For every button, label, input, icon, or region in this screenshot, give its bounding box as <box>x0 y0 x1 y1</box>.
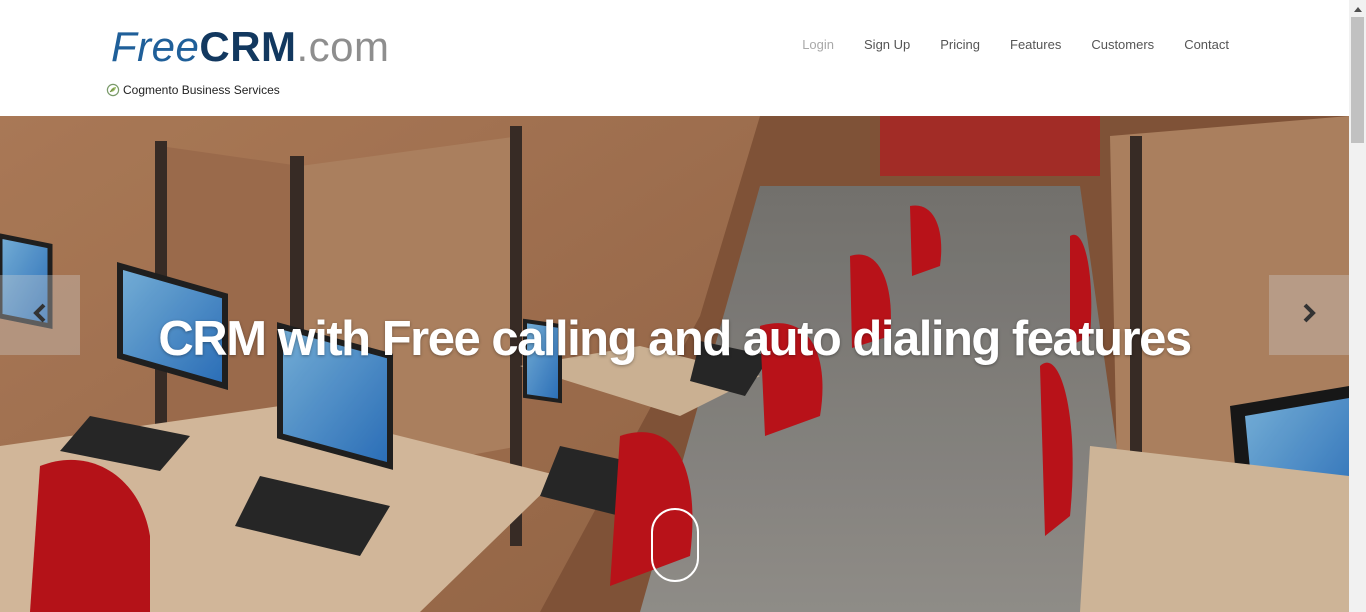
nav-features-link[interactable]: Features <box>995 37 1076 53</box>
site-header: FreeCRM.com Cogmento Business Services L… <box>0 0 1349 116</box>
cogmento-leaf-icon <box>106 83 120 97</box>
nav-customers-link[interactable]: Customers <box>1076 37 1169 53</box>
company-tagline: Cogmento Business Services <box>106 83 280 97</box>
carousel-next-button[interactable] <box>1269 275 1349 355</box>
nav-signup-link[interactable]: Sign Up <box>849 37 925 53</box>
nav-pricing-link[interactable]: Pricing <box>925 37 995 53</box>
hero-title: CRM with Free calling and auto dialing f… <box>158 311 1192 366</box>
page: FreeCRM.com Cogmento Business Services L… <box>0 0 1349 612</box>
chevron-left-icon <box>31 302 49 329</box>
nav-contact-link[interactable]: Contact <box>1169 37 1244 53</box>
chevron-right-icon <box>1300 302 1318 329</box>
scrollbar-thumb[interactable] <box>1351 17 1364 143</box>
hero-carousel: CRM with Free calling and auto dialing f… <box>0 116 1349 612</box>
logo-com-text: .com <box>296 23 390 70</box>
page-scrollbar[interactable] <box>1349 0 1366 612</box>
carousel-prev-button[interactable] <box>0 275 80 355</box>
scroll-up-arrow-icon[interactable] <box>1349 0 1366 17</box>
nav-login-link[interactable]: Login <box>787 37 849 53</box>
mouse-scroll-icon[interactable] <box>651 508 699 582</box>
logo-crm-text: CRM <box>199 23 297 70</box>
tagline-text: Cogmento Business Services <box>123 83 280 97</box>
main-nav: Login Sign Up Pricing Features Customers… <box>787 37 1244 53</box>
logo-free-text: Free <box>111 23 200 70</box>
brand-logo[interactable]: FreeCRM.com <box>111 22 390 72</box>
